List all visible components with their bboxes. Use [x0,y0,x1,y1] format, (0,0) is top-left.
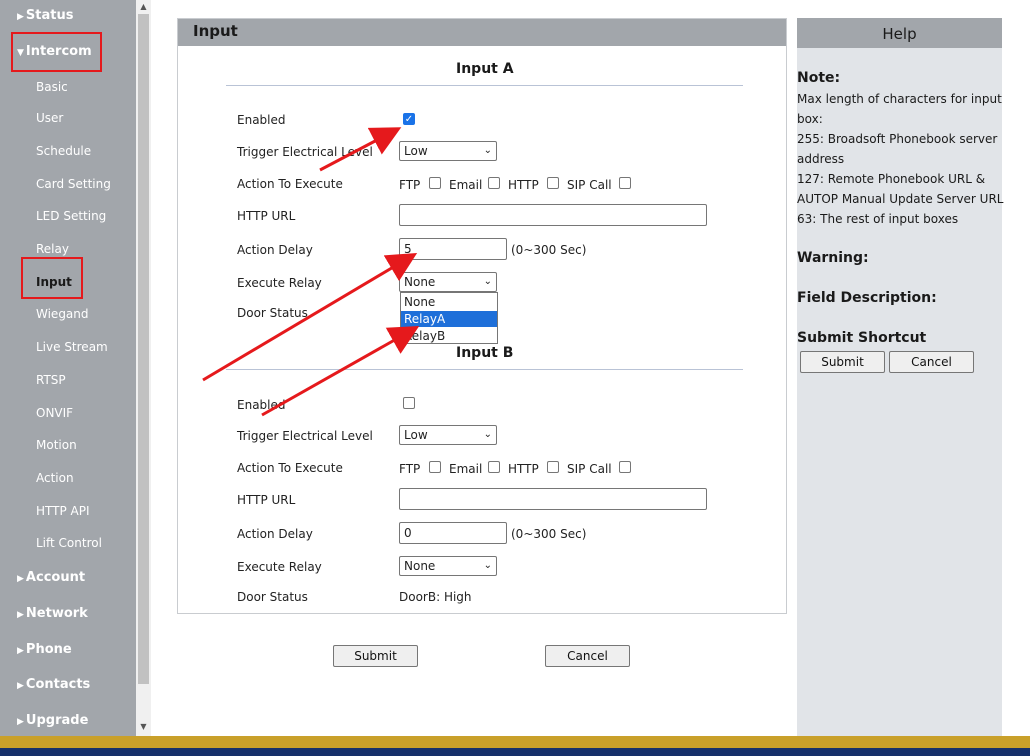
annotation-overlay [202,127,420,417]
annotation-arrow [261,326,420,417]
annotation-arrow [202,252,418,382]
annotation-arrow [319,127,402,172]
